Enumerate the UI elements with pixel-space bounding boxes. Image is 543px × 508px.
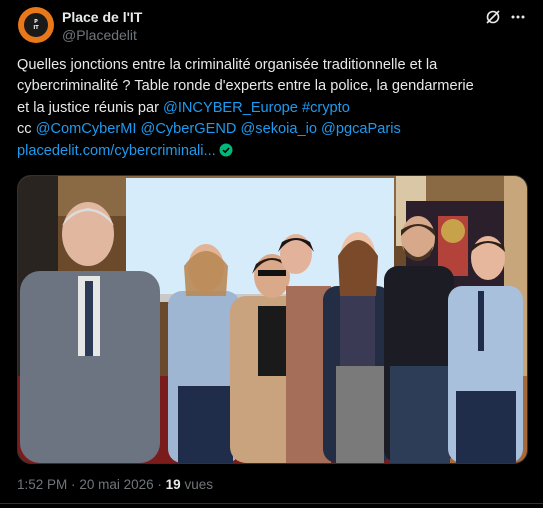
tweet-line-5: placedelit.com/cybercriminali...: [17, 141, 529, 162]
cc-label: cc: [17, 121, 36, 138]
tweet-time[interactable]: 1:52 PM: [17, 477, 67, 492]
article-link[interactable]: placedelit.com/cybercriminali...: [17, 143, 216, 159]
mention-pgcaparis[interactable]: @pgcaParis: [321, 121, 401, 137]
tweet-line-3-text: et la justice réunis par: [17, 99, 164, 116]
display-name[interactable]: Place de l'IT: [62, 9, 142, 25]
hashtag-crypto[interactable]: #crypto: [302, 100, 350, 116]
tweet-line-4: cc @ComCyberMI @CyberGEND @sekoia_io @pg…: [17, 119, 529, 140]
meta-separator: ·: [71, 477, 76, 492]
avatar[interactable]: P IT: [18, 7, 54, 43]
views-label: vues: [184, 477, 213, 492]
tweet-photo[interactable]: [17, 175, 528, 464]
tweet-line-2: cybercriminalité ? Table ronde d'experts…: [17, 78, 474, 95]
views-count: 19: [165, 477, 181, 492]
tweet-line-3: et la justice réunis par @INCYBER_Europe…: [17, 98, 529, 119]
tweet-text: Quelles jonctions entre la criminalité o…: [17, 55, 529, 162]
mention-comcybermi[interactable]: @ComCyberMI: [36, 121, 137, 137]
tweet-meta: 1:52 PM · 20 mai 2026 · 19 vues: [17, 477, 213, 492]
tweet-line-1: Quelles jonctions entre la criminalité o…: [17, 57, 438, 73]
mention-cybergend[interactable]: @CyberGEND: [141, 121, 237, 137]
avatar-logo: P IT: [24, 13, 48, 37]
divider: [0, 503, 543, 504]
photo-group-of-seven: [18, 176, 527, 463]
meta-separator-2: ·: [157, 477, 162, 492]
verified-icon: [219, 143, 233, 157]
mention-incyber[interactable]: @INCYBER_Europe: [163, 100, 298, 116]
mention-sekoia[interactable]: @sekoia_io: [240, 121, 316, 137]
tweet-date[interactable]: 20 mai 2026: [79, 477, 153, 492]
grok-icon[interactable]: [485, 9, 501, 25]
more-icon[interactable]: [510, 9, 526, 25]
user-handle[interactable]: @Placedelit: [62, 27, 137, 43]
